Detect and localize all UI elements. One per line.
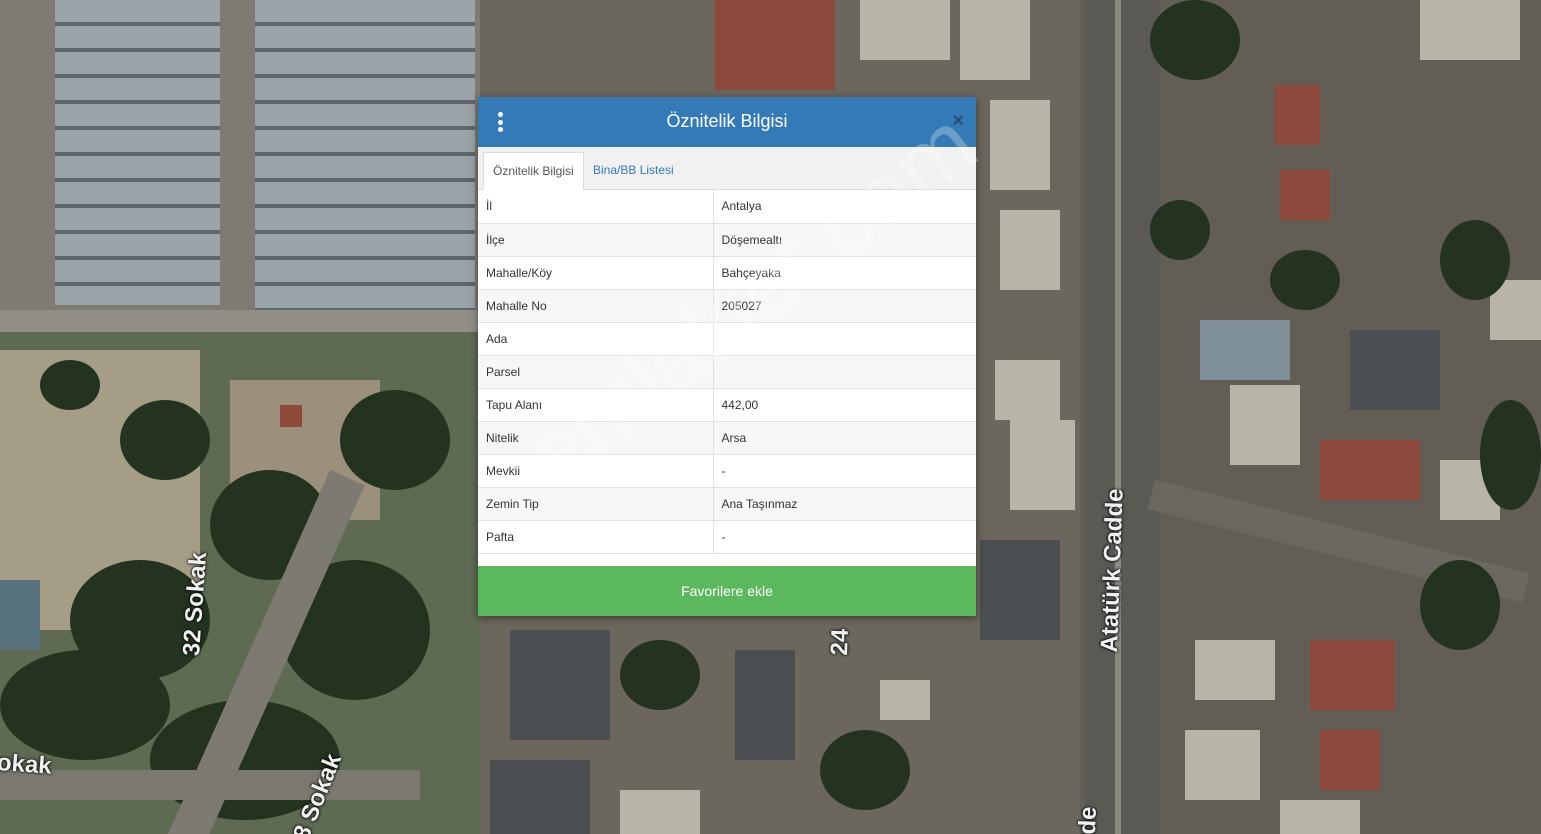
tab-building-list[interactable]: Bina/BB Listesi bbox=[584, 152, 683, 189]
row-key: Zemin Tip bbox=[478, 487, 714, 521]
table-row: Mahalle/Köy Bahçeyaka bbox=[478, 256, 976, 290]
row-key: İlçe bbox=[478, 223, 714, 257]
row-value: - bbox=[713, 454, 976, 488]
row-key: Pafta bbox=[478, 520, 714, 554]
row-value bbox=[713, 322, 976, 356]
row-value: 205027 bbox=[713, 289, 976, 323]
attribute-table: İl Antalya İlçe Döşemealtı Mahalle/Köy B… bbox=[478, 190, 976, 554]
row-key: Mevkii bbox=[478, 454, 714, 488]
row-value: Ana Taşınmaz bbox=[713, 487, 976, 521]
row-value bbox=[713, 355, 976, 389]
dialog-header: Öznitelik Bilgisi × bbox=[478, 97, 976, 147]
row-key: İl bbox=[478, 190, 714, 224]
map-label-de: de bbox=[1074, 806, 1102, 834]
dialog-title: Öznitelik Bilgisi bbox=[666, 111, 788, 131]
table-row: Nitelik Arsa bbox=[478, 421, 976, 455]
table-row: Mahalle No 205027 bbox=[478, 289, 976, 323]
table-row: Zemin Tip Ana Taşınmaz bbox=[478, 487, 976, 521]
row-value: Bahçeyaka bbox=[713, 256, 976, 290]
table-row: İlçe Döşemealtı bbox=[478, 223, 976, 257]
row-key: Mahalle No bbox=[478, 289, 714, 323]
tab-bar: Öznitelik Bilgisi Bina/BB Listesi bbox=[478, 147, 976, 190]
table-row: Tapu Alanı 442,00 bbox=[478, 388, 976, 422]
row-value: Döşemealtı bbox=[713, 223, 976, 257]
row-key: Mahalle/Köy bbox=[478, 256, 714, 290]
tab-attribute-info[interactable]: Öznitelik Bilgisi bbox=[483, 152, 584, 190]
add-to-favorites-button[interactable]: Favorilere ekle bbox=[478, 566, 976, 616]
table-row: Pafta - bbox=[478, 520, 976, 554]
row-value: Antalya bbox=[713, 190, 976, 224]
table-row: Mevkii - bbox=[478, 454, 976, 488]
row-value: - bbox=[713, 520, 976, 554]
row-value: 442,00 bbox=[713, 388, 976, 422]
table-row: Parsel bbox=[478, 355, 976, 389]
table-row: İl Antalya bbox=[478, 190, 976, 224]
row-key: Parsel bbox=[478, 355, 714, 389]
map-label-okak: okak bbox=[0, 749, 53, 780]
row-key: Nitelik bbox=[478, 421, 714, 455]
table-row: Ada bbox=[478, 322, 976, 356]
map-label-ataturk-cadde: Atatürk Cadde bbox=[1096, 488, 1129, 653]
close-icon[interactable]: × bbox=[952, 110, 964, 132]
attribute-info-dialog: Öznitelik Bilgisi × Öznitelik Bilgisi Bi… bbox=[478, 97, 976, 616]
row-key: Ada bbox=[478, 322, 714, 356]
map-label-24: 24 bbox=[826, 628, 854, 656]
row-value: Arsa bbox=[713, 421, 976, 455]
row-key: Tapu Alanı bbox=[478, 388, 714, 422]
